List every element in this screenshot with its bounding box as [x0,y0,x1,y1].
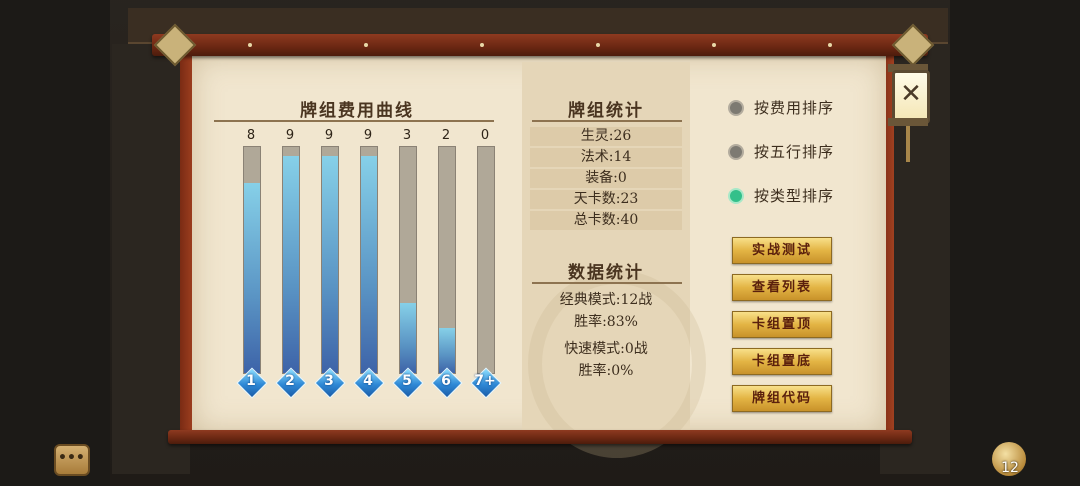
cost-label-6: 6 [441,373,451,389]
chat-dots[interactable]: ••• [58,450,85,466]
rod-dot [712,43,716,47]
bar-fill-6 [439,328,455,373]
cost-curve-underline [214,120,494,122]
stat-heaven-cards: 天卡数:23 [530,190,682,209]
bar-count-1: 8 [246,128,256,143]
pin-top-button[interactable]: 卡组置顶 [732,311,832,338]
cost-label-3: 3 [324,373,334,389]
bar-count-3: 9 [324,128,334,143]
bar-count-4: 9 [363,128,373,143]
classic-mode-winrate: 胜率:83% [574,314,638,330]
rod-dot [364,43,368,47]
bar-track-7 [477,146,495,374]
sort-by-cost-label[interactable]: 按费用排序 [754,97,834,118]
rod-dot [248,43,252,47]
rod-dot [480,43,484,47]
deck-code-button[interactable]: 牌组代码 [732,385,832,412]
fast-mode-battles: 快速模式:0战 [564,341,648,357]
bar-count-2: 9 [285,128,295,143]
pin-bottom-button[interactable]: 卡组置底 [732,348,832,375]
deck-stats-underline [532,120,682,122]
fast-mode-winrate: 胜率:0% [578,363,634,379]
cost-label-1: 1 [246,373,256,389]
cost-label-2: 2 [285,373,295,389]
sort-by-type-label[interactable]: 按类型排序 [754,185,834,206]
data-stats-title: 数据统计 [568,263,644,283]
bar-count-6: 2 [441,128,451,143]
rod-dot [828,43,832,47]
stat-total-cards: 总卡数:40 [530,211,682,230]
deck-stats-title: 牌组统计 [568,101,644,121]
data-stats-underline [532,282,682,284]
bar-count-5: 3 [402,128,412,143]
sort-by-element-radio[interactable] [728,144,744,160]
bar-fill-3 [322,156,338,373]
bar-fill-1 [244,183,260,373]
close-icon[interactable]: ✕ [892,76,930,112]
bar-count-7: 0 [480,128,490,143]
stat-equipment: 装备:0 [530,169,682,188]
sort-by-type-radio[interactable] [728,188,744,204]
cost-curve-title: 牌组费用曲线 [300,101,414,121]
scroll-rod-top [152,34,928,56]
background-left-column [112,44,190,474]
sort-by-element-label[interactable]: 按五行排序 [754,141,834,162]
view-list-button[interactable]: 查看列表 [732,274,832,301]
cost-label-7: 7+ [474,373,496,389]
classic-mode-battles: 经典模式:12战 [559,292,653,308]
scroll-rod-bottom [168,430,912,444]
sort-by-cost-radio[interactable] [728,100,744,116]
lantern-tassel [906,126,910,162]
stat-spells: 法术:14 [530,148,682,167]
coin-count: 12 [1001,460,1019,476]
cost-label-5: 5 [402,373,412,389]
bar-fill-5 [400,303,416,373]
stat-creatures: 生灵:26 [530,127,682,146]
cost-label-4: 4 [363,373,373,389]
bar-fill-2 [283,156,299,373]
bar-fill-4 [361,156,377,373]
lantern-base [888,118,928,126]
battle-test-button[interactable]: 实战测试 [732,237,832,264]
rod-dot [596,43,600,47]
